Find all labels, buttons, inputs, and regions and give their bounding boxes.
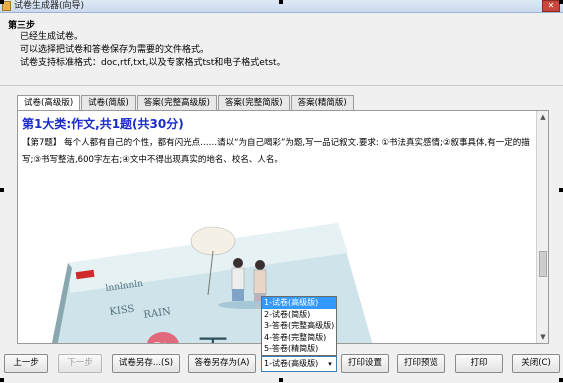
- tab-paper-advanced[interactable]: 试卷(高级版): [17, 95, 81, 111]
- print-setup-button[interactable]: 打印设置: [341, 354, 389, 373]
- description-line: 已经生成试卷。: [20, 32, 84, 42]
- section-heading: 第1大类:作文,共1题(共30分): [22, 117, 184, 131]
- tab-paper-simple[interactable]: 试卷(简版): [81, 95, 136, 110]
- selection-handle: [559, 0, 563, 4]
- svg-text:青春: 青春: [153, 341, 169, 344]
- dropdown-option[interactable]: 2-试卷(简版): [262, 309, 336, 321]
- save-paper-button[interactable]: 试卷另存...(S): [112, 354, 180, 373]
- selection-handle: [559, 378, 563, 382]
- step-title: 第三步: [8, 21, 36, 31]
- prev-button[interactable]: 上一步: [4, 354, 48, 373]
- format-dropdown-list: 1-试卷(高级版) 2-试卷(简版) 3-答卷(完整高级版) 4-答卷(完整简版…: [261, 296, 337, 356]
- description-line: 可以选择把试卷和答卷保存为需要的文件格式。: [20, 45, 210, 55]
- description-line: 试卷支持标准格式：doc,rtf,txt,以及专家格式tst和电子格式etst。: [20, 58, 286, 68]
- scroll-down-arrow-icon[interactable]: ▼: [538, 332, 548, 342]
- scroll-up-arrow-icon[interactable]: ▲: [538, 112, 548, 122]
- print-preview-button[interactable]: 打印预览: [397, 354, 445, 373]
- selection-handle: [279, 0, 283, 4]
- format-select-value: 1-试卷(高级版): [264, 359, 319, 368]
- dropdown-option[interactable]: 5-答卷(精简版): [262, 343, 336, 355]
- next-button[interactable]: 下一步: [58, 354, 102, 373]
- tab-answer-concise[interactable]: 答案(精简版): [290, 95, 354, 110]
- description: 已经生成试卷。 可以选择把试卷和答卷保存为需要的文件格式。 试卷支持标准格式：d…: [20, 31, 286, 70]
- dropdown-option[interactable]: 3-答卷(完整高级版): [262, 320, 336, 332]
- selection-handle: [279, 378, 283, 382]
- selection-handle: [0, 378, 4, 382]
- window-close-button[interactable]: ✕: [542, 0, 560, 12]
- close-button[interactable]: 关闭(C): [512, 354, 560, 373]
- selection-handle: [559, 188, 563, 192]
- tab-answer-full-advanced[interactable]: 答案(完整高级版): [136, 95, 217, 110]
- window-title: 试卷生成器(向导): [14, 1, 85, 11]
- tab-strip: 试卷(高级版) 试卷(简版) 答案(完整高级版) 答案(完整简版) 答案(精简版…: [17, 95, 355, 111]
- scroll-thumb[interactable]: [539, 251, 547, 277]
- print-button[interactable]: 打印: [455, 354, 503, 373]
- selection-handle: [0, 188, 4, 192]
- divider: [0, 85, 563, 86]
- vertical-scrollbar[interactable]: ▲ ▼: [536, 111, 548, 343]
- cover-big-char: 雨: [198, 334, 228, 344]
- dropdown-option[interactable]: 4-答卷(完整简版): [262, 332, 336, 344]
- tab-answer-full-simple[interactable]: 答案(完整简版): [217, 95, 290, 110]
- question-text: 【第7题】 每个人都有自己的个性，都有闪光点……请以“为自己喝彩”为题,写一品记…: [22, 138, 530, 165]
- format-select[interactable]: 1-试卷(高级版) ▾: [261, 356, 337, 372]
- save-answer-button[interactable]: 答卷另存为(A): [188, 354, 256, 373]
- dropdown-option[interactable]: 1-试卷(高级版): [262, 297, 336, 309]
- selection-handle: [0, 0, 4, 4]
- chevron-down-icon[interactable]: ▾: [325, 358, 335, 370]
